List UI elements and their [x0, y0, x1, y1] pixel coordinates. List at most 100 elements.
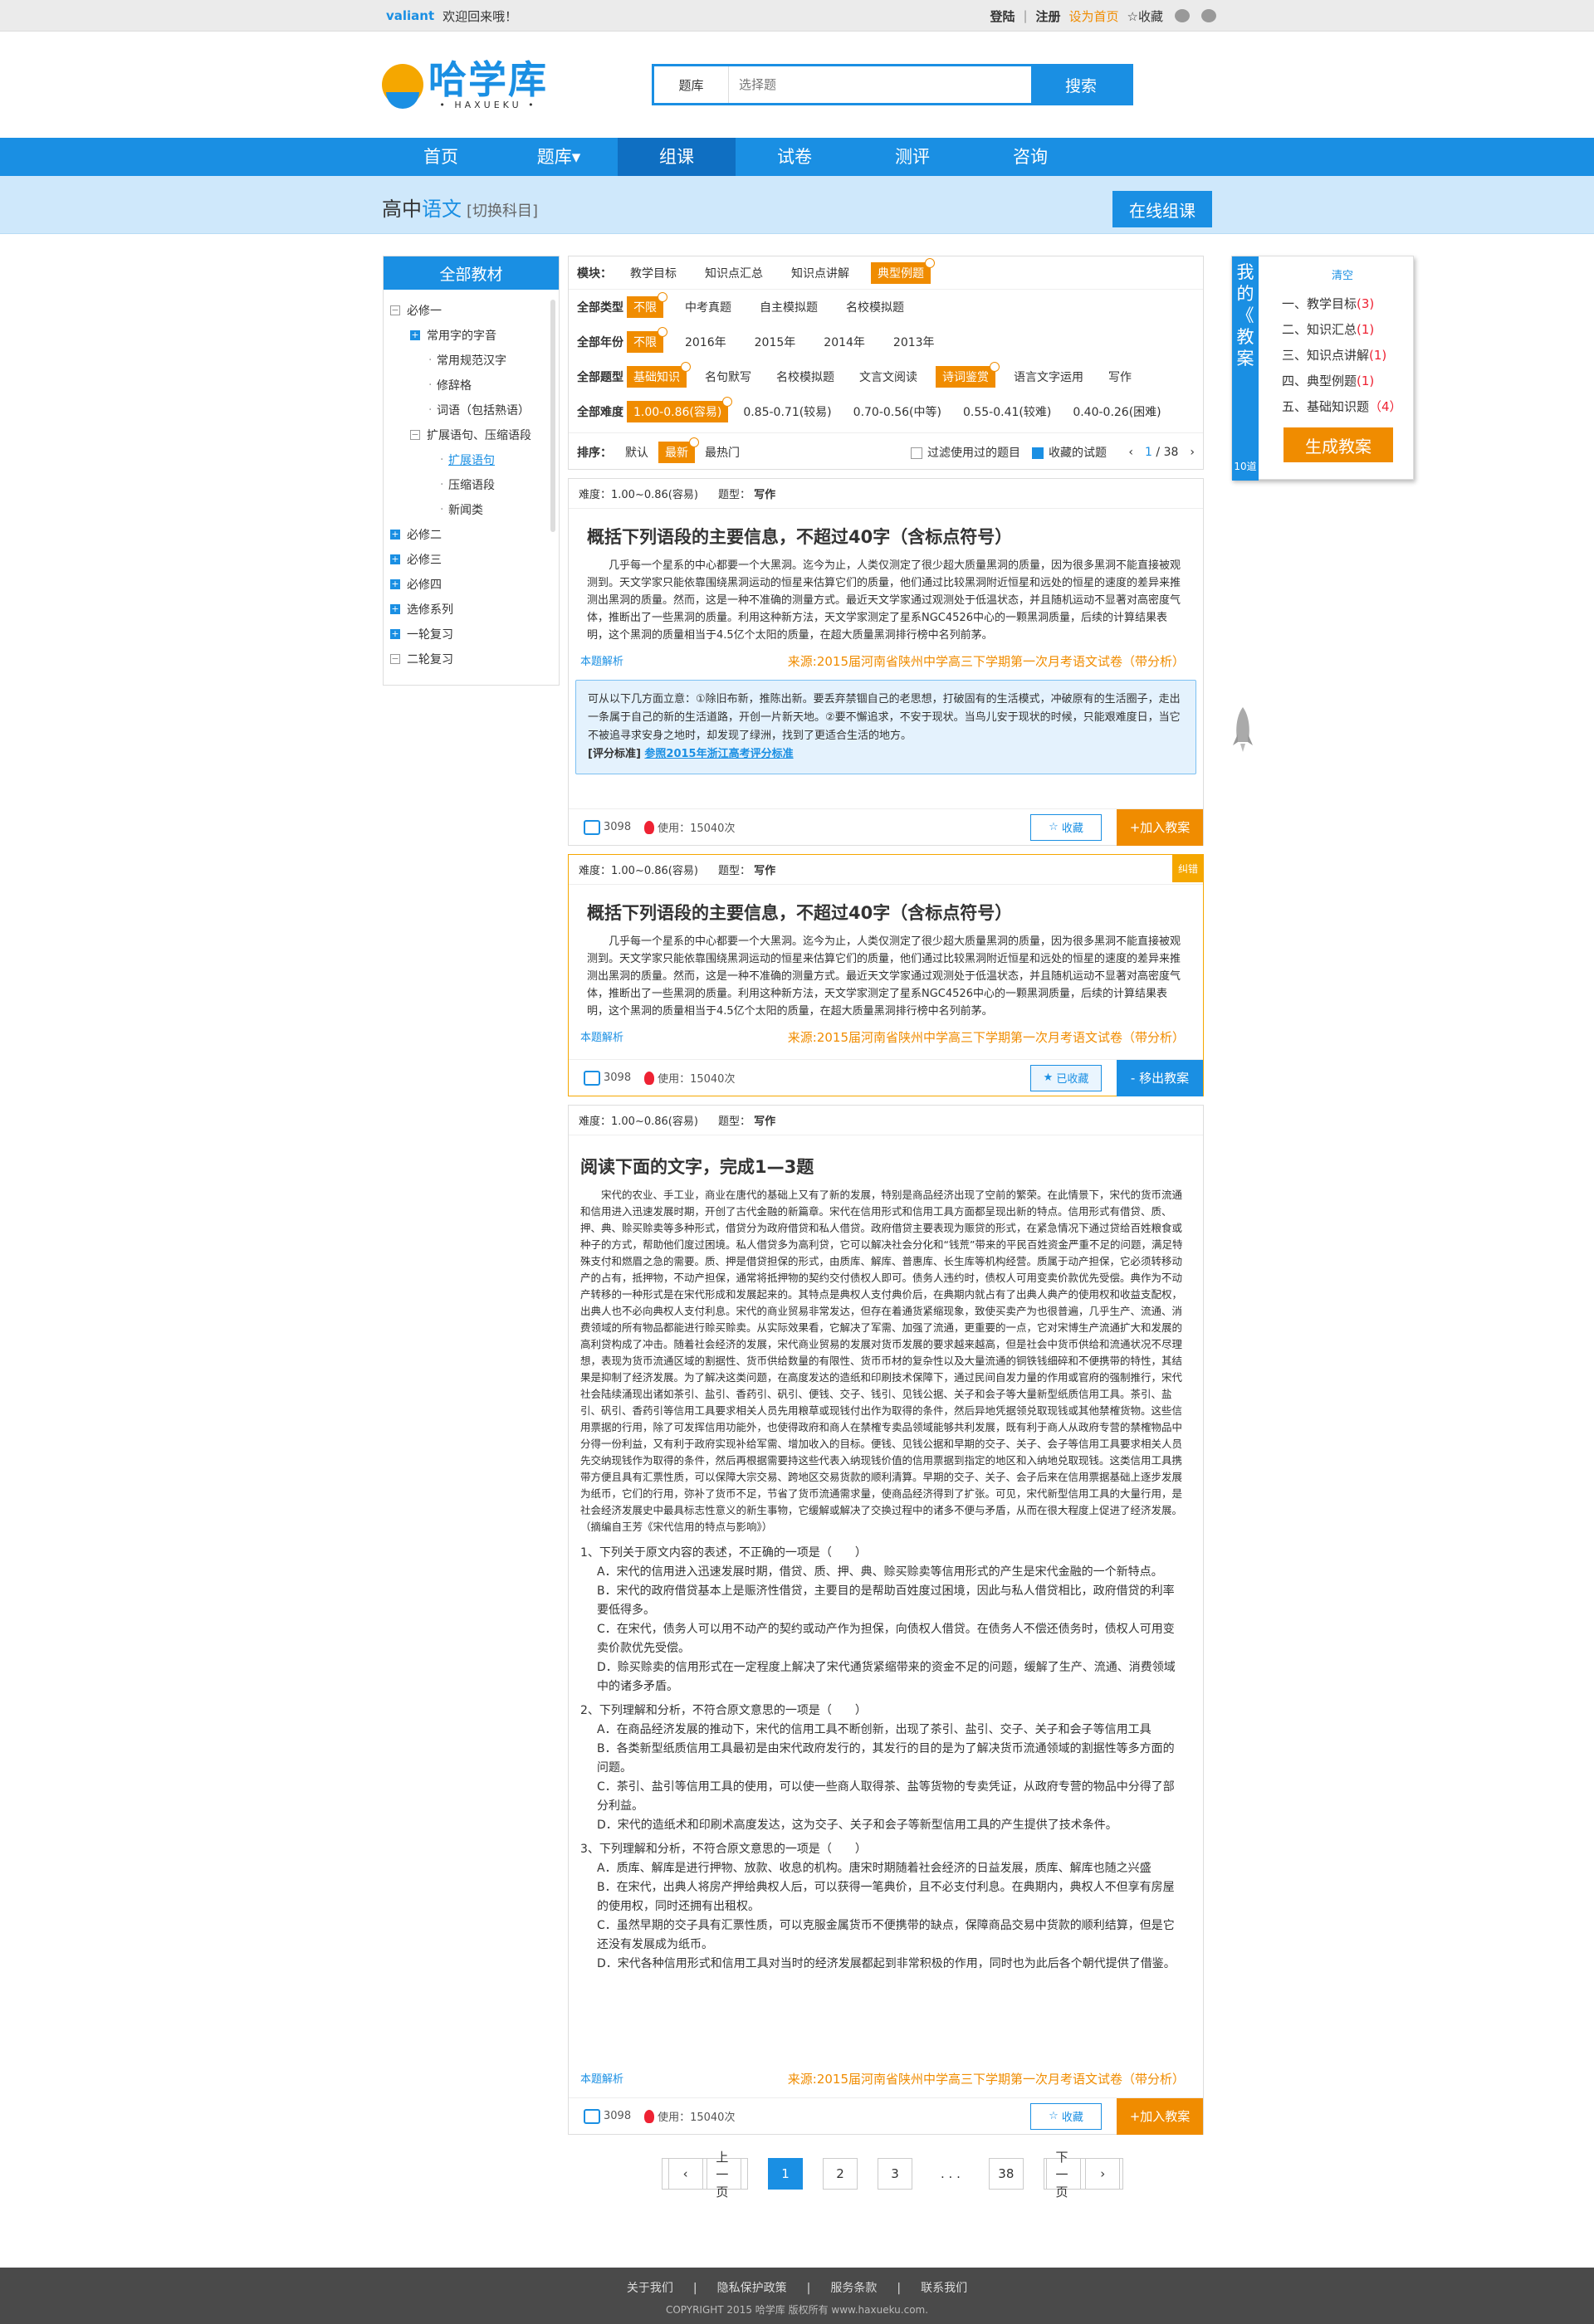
weibo-icon[interactable] — [1175, 9, 1190, 22]
difficulty-option[interactable]: 0.40-0.26(困难) — [1066, 401, 1167, 422]
register-link[interactable]: 注册 — [1036, 7, 1061, 25]
qtype-option[interactable]: 文言文阅读 — [853, 366, 924, 388]
collapse-icon[interactable]: − — [390, 654, 400, 664]
tree-item[interactable]: + 选修系列 — [390, 597, 552, 622]
login-link[interactable]: 登陆 — [990, 7, 1015, 25]
page-button[interactable]: 3 — [878, 2158, 912, 2190]
checkbox-icon[interactable] — [911, 447, 922, 459]
online-lesson-button[interactable]: 在线组课 — [1112, 191, 1212, 227]
wechat-icon[interactable] — [1201, 9, 1216, 22]
tree-item[interactable]: + 必修三 — [390, 547, 552, 572]
qtype-option[interactable]: 名句默写 — [698, 366, 758, 388]
year-option[interactable]: 2016年 — [678, 331, 733, 353]
collapse-icon[interactable]: − — [390, 305, 400, 315]
clear-plan-link[interactable]: 清空 — [1332, 266, 1353, 282]
sort-option-selected[interactable]: 最新 — [658, 437, 699, 463]
collapse-icon[interactable]: − — [410, 430, 420, 440]
qtype-option[interactable]: 名校模拟题 — [770, 366, 841, 388]
page-button[interactable]: 38 — [988, 2158, 1024, 2190]
favorited-button[interactable]: ★ 已收藏 — [1030, 1064, 1102, 1091]
plan-item[interactable]: 二、知识汇总(1) — [1282, 317, 1402, 343]
search-input[interactable] — [729, 66, 1031, 103]
expand-icon[interactable]: + — [390, 554, 400, 564]
footer-terms[interactable]: 服务条款 — [830, 2282, 877, 2295]
plan-item[interactable]: 五、基础知识题（4） — [1282, 394, 1402, 420]
tree-item[interactable]: · 常用规范汉字 — [390, 348, 552, 373]
page-button-current[interactable]: 1 — [768, 2158, 803, 2190]
plan-item[interactable]: 一、教学目标(3) — [1282, 291, 1402, 317]
tree-item-current[interactable]: · 扩展语句 — [390, 447, 552, 472]
std-link[interactable]: 参照2015年浙江高考评分标准 — [644, 748, 793, 760]
tree-item[interactable]: · 修辞格 — [390, 373, 552, 398]
module-option[interactable]: 知识点汇总 — [698, 262, 770, 284]
qtype-option-selected[interactable]: 基础知识 — [627, 362, 691, 388]
plan-item[interactable]: 三、知识点讲解(1) — [1282, 343, 1402, 369]
nav-bank[interactable]: 题库▾ — [500, 138, 618, 176]
expand-icon[interactable]: + — [390, 604, 400, 614]
page-button[interactable]: 2 — [823, 2158, 858, 2190]
add-to-plan-button[interactable]: +加入教案 — [1117, 808, 1203, 846]
analysis-link[interactable]: 本题解析 — [580, 652, 623, 670]
search-button[interactable]: 搜索 — [1031, 66, 1131, 103]
tree-item[interactable]: · 词语（包括熟语） — [390, 398, 552, 422]
favorite-button[interactable]: ☆ 收藏 — [1030, 2102, 1102, 2130]
nav-lesson[interactable]: 组课 — [618, 138, 736, 176]
nav-paper[interactable]: 试卷 — [736, 138, 853, 176]
tree-item[interactable]: − 扩展语句、压缩语段 — [390, 422, 552, 447]
favorite-button[interactable]: ☆ 收藏 — [1030, 813, 1102, 841]
source-link[interactable]: 来源:2015届河南省陕州中学高三下学期第一次月考语文试卷（带分析） — [788, 2070, 1185, 2087]
generate-plan-button[interactable]: 生成教案 — [1284, 427, 1393, 462]
qtype-option[interactable]: 写作 — [1102, 366, 1138, 388]
expand-icon[interactable]: + — [390, 629, 400, 639]
tree-item[interactable]: · 压缩语段 — [390, 472, 552, 497]
type-option[interactable]: 名校模拟题 — [839, 296, 911, 318]
next-page-button[interactable]: 下一页 › — [1043, 2150, 1123, 2200]
footer-privacy[interactable]: 隐私保护政策 — [717, 2282, 787, 2295]
tree-item[interactable]: − 二轮复习 — [390, 647, 552, 671]
module-option-selected[interactable]: 典型例题 — [871, 257, 935, 284]
sort-option[interactable]: 默认 — [619, 442, 655, 463]
tree-item[interactable]: + 必修四 — [390, 572, 552, 597]
nav-consult[interactable]: 咨询 — [971, 138, 1089, 176]
report-error-badge[interactable]: 纠错 — [1172, 854, 1204, 882]
source-link[interactable]: 来源:2015届河南省陕州中学高三下学期第一次月考语文试卷（带分析） — [788, 652, 1185, 670]
chevron-right-icon[interactable]: › — [1190, 446, 1195, 459]
set-home-link[interactable]: 设为首页 — [1069, 7, 1119, 25]
footer-about[interactable]: 关于我们 — [627, 2282, 673, 2295]
analysis-link[interactable]: 本题解析 — [580, 1028, 623, 1046]
prev-page-button[interactable]: ‹ 上一页 — [662, 2150, 748, 2200]
nav-eval[interactable]: 测评 — [853, 138, 971, 176]
difficulty-option[interactable]: 0.85-0.71(较易) — [736, 401, 838, 422]
checkbox-checked-icon[interactable] — [1032, 447, 1044, 459]
expand-icon[interactable]: + — [390, 530, 400, 540]
back-to-top-rocket-icon[interactable] — [1232, 706, 1254, 754]
tree-item[interactable]: + 一轮复习 — [390, 622, 552, 647]
year-option[interactable]: 2014年 — [817, 331, 872, 353]
tree-item[interactable]: + 必修二 — [390, 522, 552, 547]
source-link[interactable]: 来源:2015届河南省陕州中学高三下学期第一次月考语文试卷（带分析） — [788, 1028, 1185, 1046]
tree-item[interactable]: − 必修一 — [390, 298, 552, 323]
difficulty-option[interactable]: 0.70-0.56(中等) — [847, 401, 948, 422]
scrollbar[interactable] — [550, 300, 555, 532]
type-option[interactable]: 自主模拟题 — [753, 296, 824, 318]
expand-icon[interactable]: + — [410, 330, 420, 340]
logo[interactable]: 哈学库 • HAXUEKU • — [382, 60, 548, 110]
chevron-left-icon[interactable]: ‹ — [1128, 446, 1133, 459]
type-option[interactable]: 中考真题 — [678, 296, 738, 318]
qtype-option[interactable]: 语言文字运用 — [1007, 366, 1090, 388]
nav-home[interactable]: 首页 — [382, 138, 500, 176]
remove-from-plan-button[interactable]: - 移出教案 — [1117, 1059, 1203, 1096]
analysis-link[interactable]: 本题解析 — [580, 2070, 623, 2087]
username[interactable]: valiant — [386, 8, 434, 23]
difficulty-option-selected[interactable]: 1.00-0.86(容易) — [627, 397, 733, 422]
year-option[interactable]: 2015年 — [748, 331, 803, 353]
sort-option[interactable]: 最热门 — [698, 442, 746, 463]
filter-used-toggle[interactable]: 过滤使用过的题目 — [911, 444, 1020, 461]
favorite-link[interactable]: ☆收藏 — [1127, 7, 1163, 25]
switch-subject[interactable]: [切换科目] — [467, 203, 538, 220]
module-option[interactable]: 教学目标 — [623, 262, 683, 284]
plan-item[interactable]: 四、典型例题(1) — [1282, 369, 1402, 394]
year-option-selected[interactable]: 不限 — [627, 327, 667, 353]
add-to-plan-button[interactable]: +加入教案 — [1117, 2097, 1203, 2135]
thumbs-up-icon[interactable] — [584, 819, 600, 835]
